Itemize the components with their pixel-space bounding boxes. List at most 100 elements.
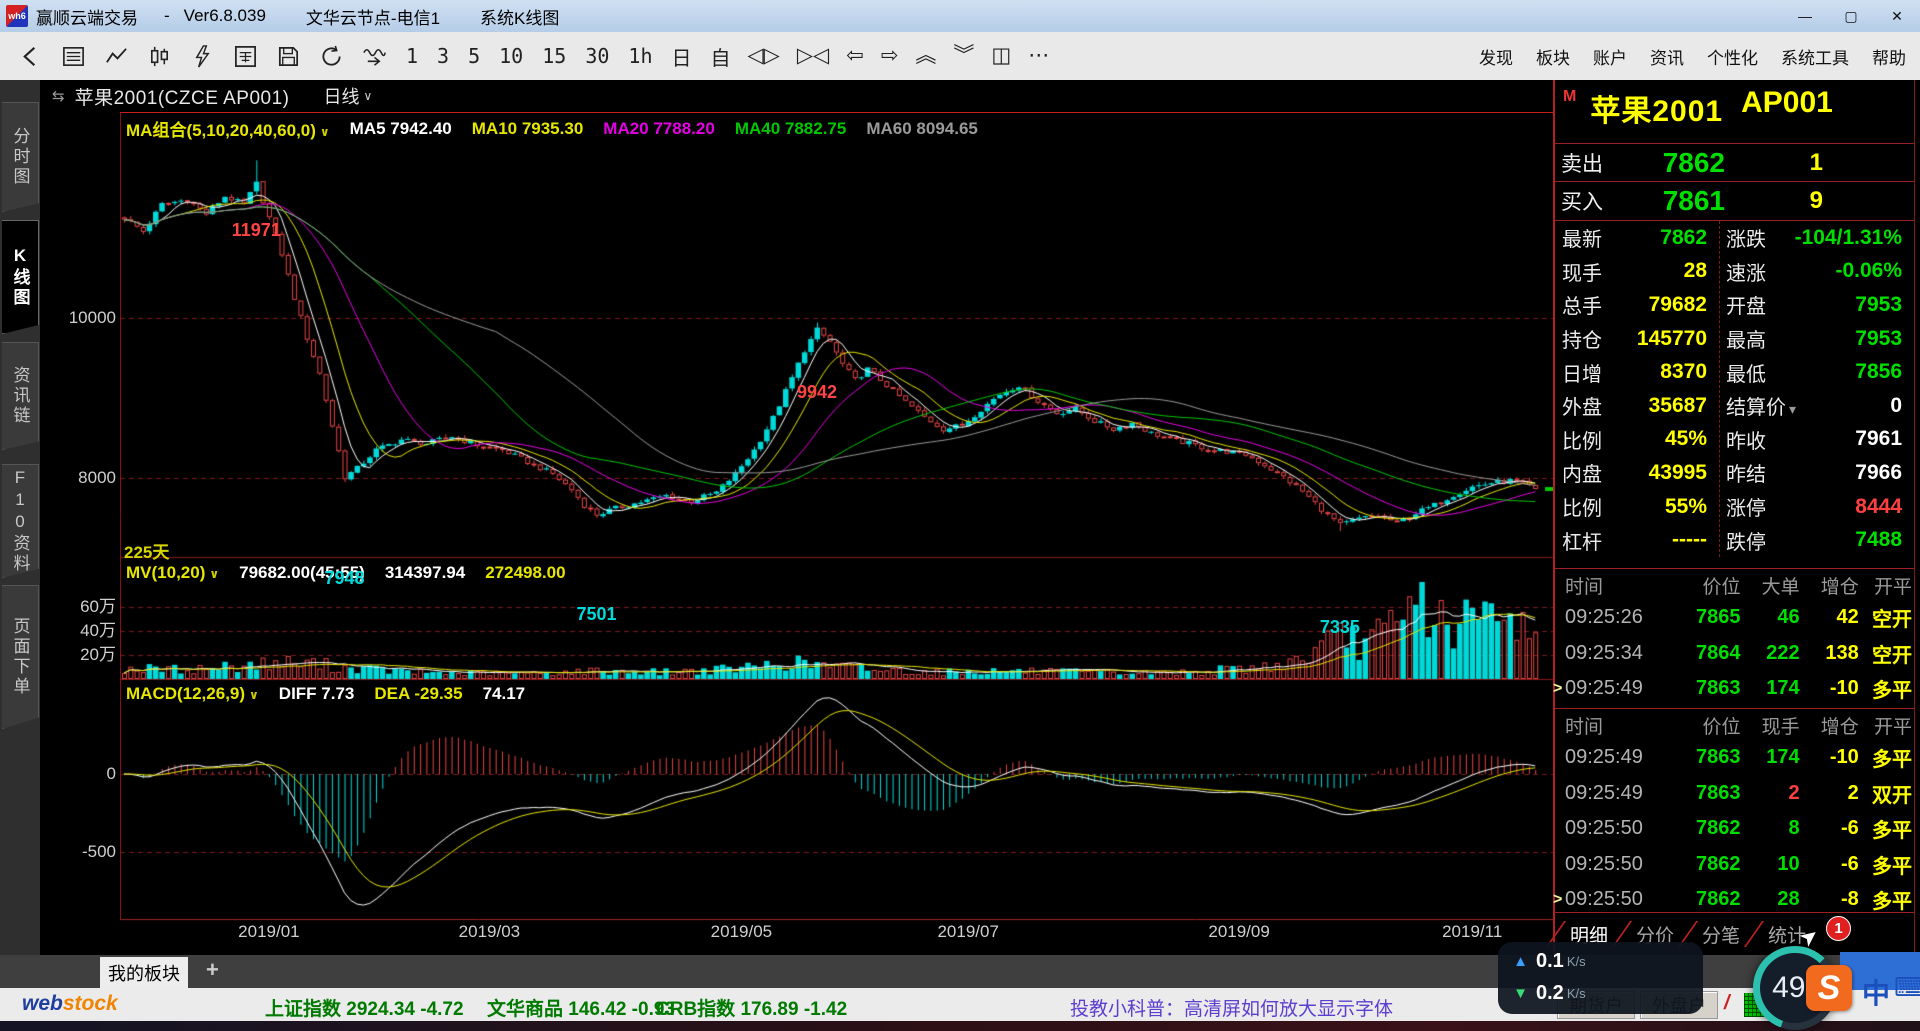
chevron-down-icon[interactable]: ∨ xyxy=(320,125,330,139)
quote-field-value: 0 xyxy=(1796,394,1914,418)
menu-personalize[interactable]: 个性化 xyxy=(1707,44,1758,69)
quote-list-icon[interactable] xyxy=(60,43,86,69)
quote-field-label: 外盘 xyxy=(1555,391,1602,420)
tick-order-icon[interactable] xyxy=(189,43,215,69)
period-button-1h[interactable]: 1h xyxy=(628,44,652,68)
cell-volume: 28 xyxy=(1740,888,1799,911)
period-button-15[interactable]: 15 xyxy=(542,44,566,68)
contract-switch-icon[interactable]: ⇆ xyxy=(52,87,65,105)
mv-label-item[interactable]: MV(10,20)∨ xyxy=(126,563,219,583)
page-down-icon[interactable]: ︾ xyxy=(953,43,974,69)
sidebar-tab-time-chart[interactable]: 分时图 xyxy=(2,102,39,212)
ime-chinese-icon[interactable]: 中 xyxy=(1862,972,1890,1012)
contract-name[interactable]: 苹果2001 xyxy=(1590,86,1723,130)
table-header-cell: 大单 xyxy=(1740,572,1799,599)
kline-chart-icon[interactable] xyxy=(146,43,172,69)
sidebar-tab-f10[interactable]: F10资料 xyxy=(2,464,39,578)
network-speed-bubble: ▲ 0.1 K/s ▼ 0.2 K/s xyxy=(1498,942,1703,1014)
save-icon[interactable] xyxy=(275,43,301,69)
close-button[interactable]: ✕ xyxy=(1874,0,1920,32)
chevron-down-icon[interactable]: ∨ xyxy=(209,567,219,581)
pan-right-icon[interactable]: ⇨ xyxy=(881,43,899,69)
quote-cell: 外盘35687 xyxy=(1555,391,1719,420)
quote-detail-row: 比例45%昨收7961 xyxy=(1555,423,1914,457)
axis-label: 40万 xyxy=(42,621,116,641)
ask-row[interactable]: 卖出 7862 1 xyxy=(1555,143,1914,182)
current-row-marker-icon: > xyxy=(1553,891,1562,909)
contract-code[interactable]: AP001 xyxy=(1741,86,1833,120)
page-title: 系统K线图 xyxy=(480,4,559,29)
layout-icon[interactable]: ◫ xyxy=(991,43,1011,69)
order-panel-icon[interactable] xyxy=(232,43,258,69)
quote-cell: 比例45% xyxy=(1555,425,1719,454)
menu-system-tools[interactable]: 系统工具 xyxy=(1781,44,1849,69)
cell-price: 7863 xyxy=(1693,677,1740,700)
period-button-自[interactable]: 自 xyxy=(711,42,731,71)
chevron-down-icon[interactable]: ▾ xyxy=(1789,401,1796,417)
period-button-5[interactable]: 5 xyxy=(468,44,480,68)
ma-label-item[interactable]: MA组合(5,10,20,40,60,0)∨ xyxy=(126,116,330,141)
page-up-icon[interactable]: ︽ xyxy=(915,43,936,69)
toolbar-menu: 发现板块账户资讯个性化系统工具帮助 xyxy=(1456,32,1906,80)
trend-chart-icon[interactable] xyxy=(103,43,129,69)
chart-period-select[interactable]: 日线 xyxy=(324,83,360,109)
cell-open-close-flag: 空开 xyxy=(1859,603,1914,632)
period-button-30[interactable]: 30 xyxy=(585,44,609,68)
menu-help[interactable]: 帮助 xyxy=(1872,44,1906,69)
macd-label-item: DIFF 7.73 xyxy=(279,684,355,704)
time-axis-label: 2019/07 xyxy=(937,922,998,942)
quote-field-label: 昨收 xyxy=(1719,425,1766,454)
sidebar-tab-kline[interactable]: K线图 xyxy=(2,220,39,334)
quote-field-value: 43995 xyxy=(1602,461,1719,485)
upload-speed: 0.1 xyxy=(1536,950,1564,973)
cell-increase: -8 xyxy=(1800,888,1859,911)
ime-sogou-icon[interactable]: S xyxy=(1806,965,1852,1011)
menu-discover[interactable]: 发现 xyxy=(1479,44,1513,69)
indicator-switch-icon[interactable] xyxy=(361,43,387,69)
macd-label-item[interactable]: MACD(12,26,9)∨ xyxy=(126,684,259,704)
menu-sectors[interactable]: 板块 xyxy=(1536,44,1570,69)
quote-header: M 苹果2001 AP001 xyxy=(1563,86,1833,140)
download-speed: 0.2 xyxy=(1536,982,1564,1005)
bottom-edge-strip xyxy=(0,1021,1920,1031)
refresh-icon[interactable] xyxy=(318,43,344,69)
period-button-10[interactable]: 10 xyxy=(499,44,523,68)
big-order-table-header: 时间价位大单增仓开平 xyxy=(1555,572,1914,598)
pan-left-icon[interactable]: ⇦ xyxy=(846,43,864,69)
sidebar-tab-page-order[interactable]: 页面下单 xyxy=(2,585,39,729)
quote-detail-row: 杠杆-----跌停7488 xyxy=(1555,523,1914,557)
menu-account[interactable]: 账户 xyxy=(1593,44,1627,69)
table-header-cell: 时间 xyxy=(1555,712,1693,739)
minimize-button[interactable]: — xyxy=(1782,0,1828,32)
chevron-down-icon[interactable]: ∨ xyxy=(249,688,259,702)
sidebar-tab-news-chain[interactable]: 资讯链 xyxy=(2,342,39,450)
add-board-button[interactable]: + xyxy=(206,957,219,983)
cell-open-close-flag: 多平 xyxy=(1859,885,1914,914)
cell-price: 7863 xyxy=(1693,746,1740,769)
notification-badge[interactable]: 1 xyxy=(1826,916,1851,941)
shrink-bars-icon[interactable]: ▷◁ xyxy=(797,43,829,69)
time-axis-label: 2019/05 xyxy=(711,922,772,942)
notice-link[interactable]: 投教小科普：高清屏如何放大显示字体 xyxy=(1070,994,1393,1021)
quote-field-label: 比例 xyxy=(1555,492,1602,521)
bid-row[interactable]: 买入 7861 9 xyxy=(1555,181,1914,221)
more-icon[interactable]: ⋯ xyxy=(1028,43,1049,69)
tab-tick[interactable]: 分笔 xyxy=(1702,921,1740,948)
table-row: 09:25:2678654642空开 xyxy=(1555,600,1914,636)
ime-keyboard-icon[interactable]: ⌨ xyxy=(1894,972,1920,1003)
chart-symbol[interactable]: 苹果2001(CZCE AP001) xyxy=(75,83,290,110)
tab-my-board[interactable]: 我的板块 xyxy=(100,957,188,988)
menu-news[interactable]: 资讯 xyxy=(1650,44,1684,69)
back-icon[interactable] xyxy=(17,43,43,69)
quote-field-label: 最低 xyxy=(1719,358,1766,387)
period-button-1[interactable]: 1 xyxy=(406,44,418,68)
expand-bars-icon[interactable]: ◁▷ xyxy=(748,43,780,69)
chevron-down-icon[interactable]: ∨ xyxy=(364,89,373,103)
kline-chart-canvas[interactable] xyxy=(120,113,1554,921)
maximize-button[interactable]: ▢ xyxy=(1828,0,1874,32)
quote-cell: 总手79682 xyxy=(1555,290,1719,319)
period-button-日[interactable]: 日 xyxy=(672,42,692,71)
ask-label: 卖出 xyxy=(1555,148,1625,178)
tick-table-header: 时间价位现手增仓开平 xyxy=(1555,712,1914,738)
period-button-3[interactable]: 3 xyxy=(437,44,449,68)
